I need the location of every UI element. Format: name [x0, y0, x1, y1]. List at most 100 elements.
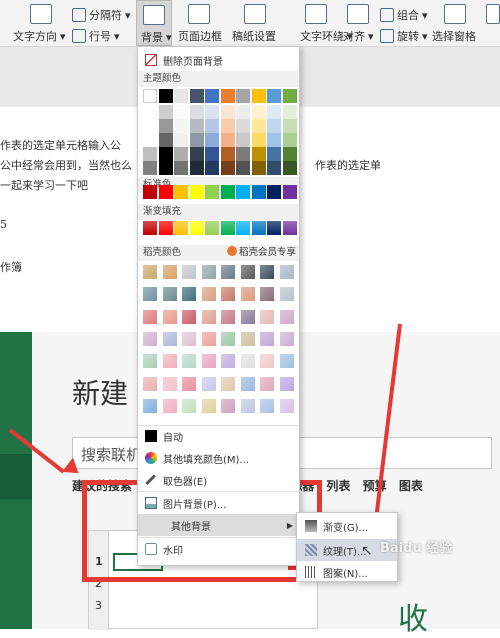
docer-color-swatch[interactable] [279, 265, 294, 279]
align-button[interactable]: 对齐 ▾ [343, 0, 374, 46]
theme-color-swatch[interactable] [143, 161, 157, 175]
theme-color-swatch[interactable] [267, 89, 281, 103]
docer-color-swatch[interactable] [201, 376, 216, 391]
theme-color-swatch[interactable] [251, 105, 266, 119]
page-border-button[interactable]: 页面边框 [178, 0, 224, 46]
theme-color-swatch[interactable] [220, 105, 235, 119]
standard-color-swatch[interactable] [220, 185, 235, 199]
docer-color-swatch[interactable] [143, 287, 157, 302]
docer-color-swatch[interactable] [162, 354, 177, 369]
docer-color-swatch[interactable] [162, 309, 177, 324]
theme-color-swatch[interactable] [189, 133, 204, 147]
standard-color-swatch[interactable] [236, 185, 250, 199]
gradient-fill-swatch[interactable] [189, 221, 204, 235]
theme-color-swatch[interactable] [143, 147, 157, 161]
theme-color-swatch[interactable] [205, 89, 219, 103]
docer-color-swatch[interactable] [162, 376, 177, 391]
gradient-fill-swatch[interactable] [174, 221, 188, 235]
docer-color-swatch[interactable] [260, 309, 274, 324]
docer-color-swatch[interactable] [182, 376, 196, 391]
theme-color-swatch[interactable] [282, 105, 297, 119]
docer-color-swatch[interactable] [240, 265, 255, 279]
standard-color-swatch[interactable] [189, 185, 204, 199]
theme-color-swatch[interactable] [267, 133, 281, 147]
pattern-item[interactable]: 图案(N)... [297, 561, 397, 583]
group-button[interactable]: 组合 ▾ [380, 7, 428, 23]
gradient-fill-swatch[interactable] [143, 221, 157, 235]
docer-color-swatch[interactable] [143, 398, 157, 413]
eyedropper-item[interactable]: 取色器(E) [138, 469, 299, 491]
docer-color-swatch[interactable] [260, 376, 274, 391]
theme-color-swatch[interactable] [189, 161, 204, 175]
theme-color-swatch[interactable] [251, 161, 266, 175]
more-icon[interactable] [486, 4, 500, 24]
gradient-fill-swatch[interactable] [282, 221, 297, 235]
gradient-fill-swatch[interactable] [267, 221, 281, 235]
theme-color-swatch[interactable] [143, 119, 157, 133]
standard-color-swatch[interactable] [251, 185, 266, 199]
theme-color-swatch[interactable] [282, 89, 297, 103]
docer-color-swatch[interactable] [240, 331, 255, 346]
theme-color-swatch[interactable] [174, 133, 188, 147]
theme-color-swatch[interactable] [220, 133, 235, 147]
theme-color-swatch[interactable] [158, 105, 173, 119]
watermark-item[interactable]: 水印 [138, 538, 299, 560]
docer-color-swatch[interactable] [182, 398, 196, 413]
docer-color-swatch[interactable] [162, 265, 177, 279]
theme-color-swatch[interactable] [158, 89, 173, 103]
gradient-fill-swatch[interactable] [236, 221, 250, 235]
theme-color-swatch[interactable] [236, 133, 250, 147]
theme-color-swatch[interactable] [282, 147, 297, 161]
remove-page-background[interactable]: 删除页面背景 [138, 49, 299, 71]
theme-color-swatch[interactable] [158, 147, 173, 161]
theme-color-swatch[interactable] [189, 147, 204, 161]
docer-color-swatch[interactable] [143, 354, 157, 369]
docer-color-swatch[interactable] [279, 398, 294, 413]
docer-color-swatch[interactable] [279, 354, 294, 369]
docer-color-swatch[interactable] [182, 331, 196, 346]
docer-color-swatch[interactable] [143, 331, 157, 346]
docer-color-swatch[interactable] [240, 376, 255, 391]
docer-color-swatch[interactable] [260, 354, 274, 369]
theme-color-swatch[interactable] [251, 89, 266, 103]
rotate-button[interactable]: 旋转 ▾ [380, 28, 428, 44]
docer-color-swatch[interactable] [221, 398, 235, 413]
standard-color-swatch[interactable] [143, 185, 157, 199]
docer-color-swatch[interactable] [201, 354, 216, 369]
docer-color-swatch[interactable] [221, 265, 235, 279]
docer-color-swatch[interactable] [260, 398, 274, 413]
docer-color-swatch[interactable] [279, 376, 294, 391]
standard-color-swatch[interactable] [282, 185, 297, 199]
theme-color-swatch[interactable] [143, 105, 157, 119]
docer-color-swatch[interactable] [221, 354, 235, 369]
theme-color-swatch[interactable] [251, 119, 266, 133]
theme-color-swatch[interactable] [251, 147, 266, 161]
theme-color-swatch[interactable] [174, 161, 188, 175]
docer-color-swatch[interactable] [260, 331, 274, 346]
other-background-item[interactable]: 其他背景 ▶ [138, 514, 299, 536]
docer-color-swatch[interactable] [162, 287, 177, 302]
auto-color-item[interactable]: 自动 [138, 425, 299, 447]
gradient-fill-swatch[interactable] [158, 221, 173, 235]
docer-color-swatch[interactable] [240, 309, 255, 324]
theme-color-swatch[interactable] [174, 147, 188, 161]
theme-color-swatch[interactable] [205, 119, 219, 133]
text-direction-button[interactable]: 文字方向 ▾ [13, 28, 66, 44]
theme-color-swatch[interactable] [251, 133, 266, 147]
theme-color-swatch[interactable] [174, 89, 188, 103]
theme-color-swatch[interactable] [282, 119, 297, 133]
docer-color-swatch[interactable] [201, 265, 216, 279]
docer-color-swatch[interactable] [240, 287, 255, 302]
theme-color-swatch[interactable] [220, 89, 235, 103]
background-button[interactable]: 背景 ▾ [136, 0, 172, 46]
theme-color-swatch[interactable] [236, 119, 250, 133]
theme-color-swatch[interactable] [236, 89, 250, 103]
docer-color-swatch[interactable] [221, 309, 235, 324]
picture-background-item[interactable]: 图片背景(P)... [138, 492, 299, 514]
docer-color-swatch[interactable] [221, 331, 235, 346]
theme-color-swatch[interactable] [205, 105, 219, 119]
theme-color-swatch[interactable] [158, 119, 173, 133]
standard-color-swatch[interactable] [205, 185, 219, 199]
gradient-fill-swatch[interactable] [205, 221, 219, 235]
theme-color-swatch[interactable] [220, 147, 235, 161]
